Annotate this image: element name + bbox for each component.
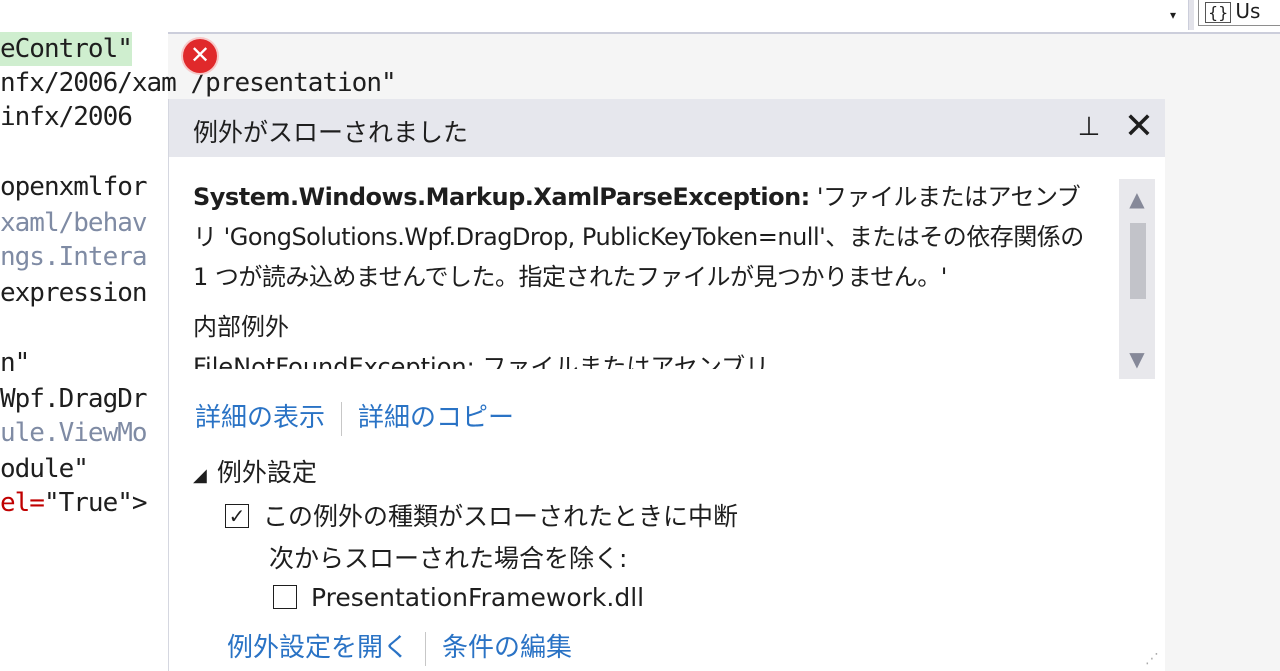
edit-conditions-link[interactable]: 条件の編集 xyxy=(442,633,572,663)
exception-popup: 例外がスローされました ⊥ ✕ System.Windows.Markup.Xa… xyxy=(168,99,1165,671)
settings-links: 例外設定を開く 条件の編集 xyxy=(227,627,572,666)
link-divider xyxy=(425,631,427,666)
code-editor[interactable]: eControl" infx/2006 openxmlfor xaml/beha… xyxy=(0,32,168,671)
except-when-label: 次からスローされた場合を除く: xyxy=(269,544,628,573)
code-line: eControl" xyxy=(0,32,133,66)
inner-exception-label: 内部例外 xyxy=(193,313,289,341)
details-links: 詳細の表示 詳細のコピー xyxy=(195,397,514,436)
code-line: openxmlfor xyxy=(0,172,148,202)
code-line: odule" xyxy=(0,454,89,484)
scope-label: Us xyxy=(1235,0,1261,23)
link-divider xyxy=(341,401,343,436)
code-line: infx/2006 xyxy=(0,102,133,132)
exception-message: System.Windows.Markup.XamlParseException… xyxy=(193,177,1103,297)
scroll-down-icon[interactable]: ▼ xyxy=(1119,343,1155,375)
exception-type: System.Windows.Markup.XamlParseException… xyxy=(193,183,810,211)
dropdown-arrow-icon[interactable]: ▾ xyxy=(1160,0,1186,30)
code-attr: el= xyxy=(0,488,45,518)
scope-button[interactable]: {} Us xyxy=(1198,0,1280,26)
braces-icon: {} xyxy=(1205,2,1232,23)
toolbar-splitter[interactable] xyxy=(1188,0,1194,30)
code-line: ule.ViewMo xyxy=(0,418,148,448)
code-line: ngs.Intera xyxy=(0,242,148,272)
collapse-triangle-icon[interactable]: ◢ xyxy=(193,465,207,486)
code-line: xaml/behav xyxy=(0,208,148,238)
message-scrollbar[interactable]: ▲ ▼ xyxy=(1119,179,1155,379)
popup-header: 例外がスローされました ⊥ ✕ xyxy=(169,99,1165,157)
resize-grip-icon[interactable]: ⋰ xyxy=(1145,651,1159,667)
copy-details-link[interactable]: 詳細のコピー xyxy=(358,403,514,433)
code-line: n" xyxy=(0,348,30,378)
scroll-up-icon[interactable]: ▲ xyxy=(1119,183,1155,215)
inner-exception-value: FileNotFoundException: ファイルまたはアセンブリ xyxy=(193,353,770,369)
break-when-thrown-label: この例外の種類がスローされたときに中断 xyxy=(263,502,739,531)
exclude-dll-row[interactable]: PresentationFramework.dll xyxy=(273,583,644,612)
exception-message-area: System.Windows.Markup.XamlParseException… xyxy=(193,177,1103,377)
break-when-thrown-row[interactable]: ✓ この例外の種類がスローされたときに中断 xyxy=(225,497,738,533)
view-details-link[interactable]: 詳細の表示 xyxy=(195,403,325,433)
scroll-thumb[interactable] xyxy=(1130,223,1146,299)
code-line: expression xyxy=(0,278,148,308)
open-exception-settings-link[interactable]: 例外設定を開く xyxy=(227,633,409,663)
exclude-dll-label: PresentationFramework.dll xyxy=(311,583,645,612)
exception-settings-header[interactable]: ◢ 例外設定 xyxy=(193,453,317,489)
exception-settings-label: 例外設定 xyxy=(216,458,317,487)
code-value: "True"> xyxy=(43,488,148,518)
close-icon[interactable]: ✕ xyxy=(1121,107,1157,147)
code-line: el="True"> xyxy=(0,486,148,520)
code-line: Wpf.DragDr xyxy=(0,384,148,414)
popup-title: 例外がスローされました xyxy=(193,118,469,147)
error-icon[interactable]: ✕ xyxy=(183,39,217,73)
pin-icon[interactable]: ⊥ xyxy=(1077,111,1101,143)
top-toolbar: ▾ {} Us xyxy=(0,0,1280,34)
exclude-dll-checkbox[interactable] xyxy=(273,585,297,609)
break-when-thrown-checkbox[interactable]: ✓ xyxy=(225,504,249,528)
